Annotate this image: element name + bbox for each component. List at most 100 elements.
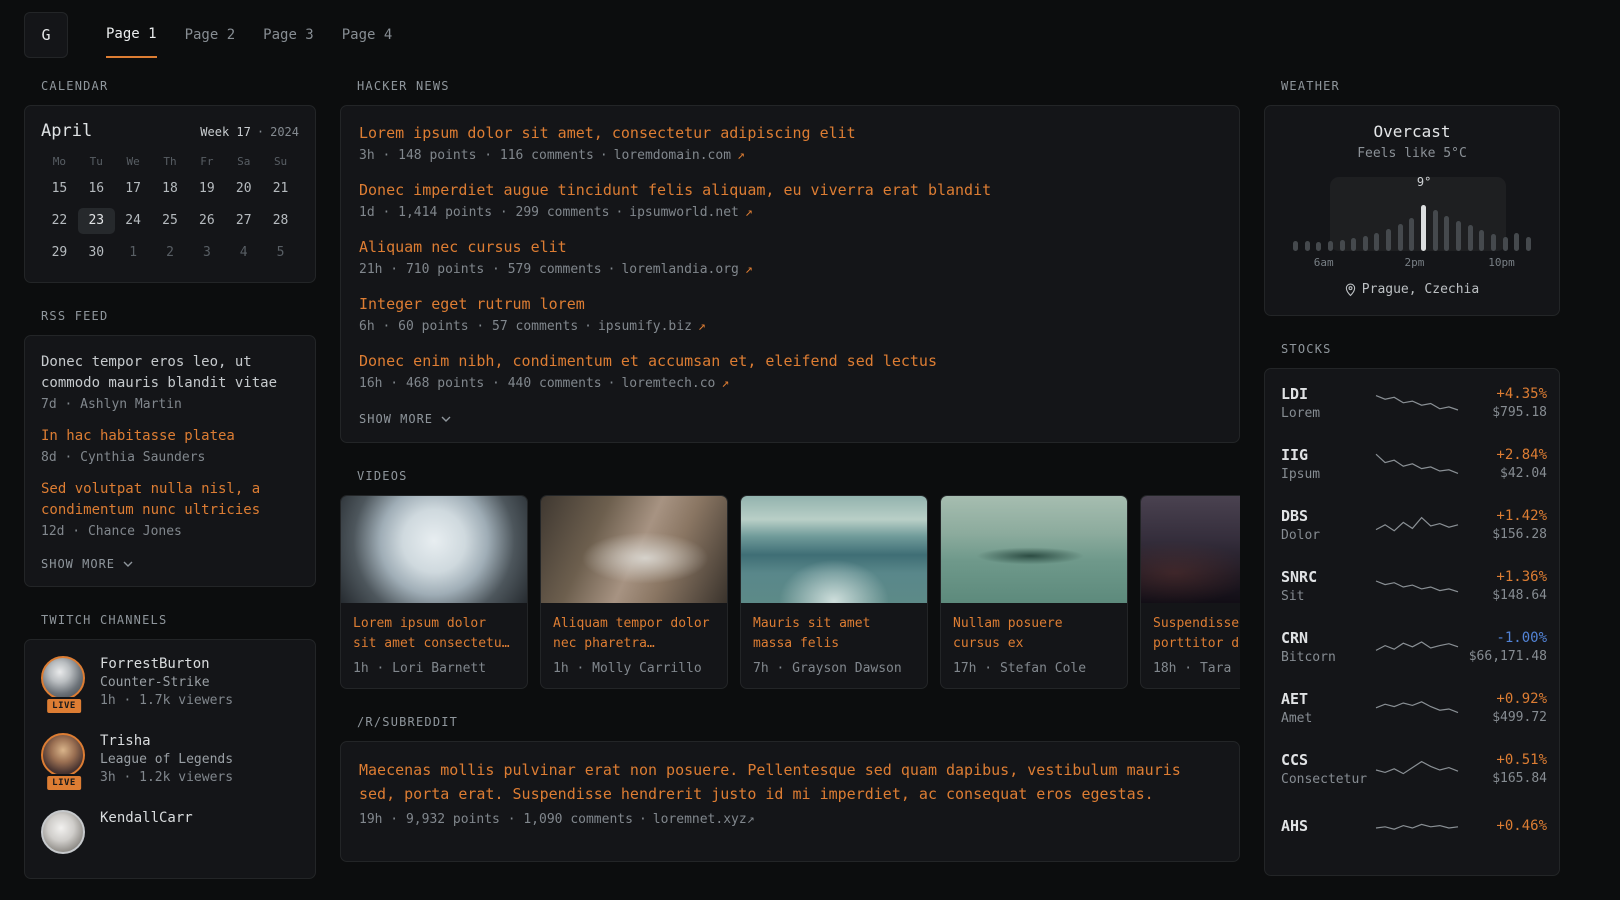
video-title[interactable]: Lorem ipsum dolor sit amet consectetu… bbox=[353, 614, 515, 654]
calendar-day-next-month: 4 bbox=[225, 240, 262, 266]
stock-change: +1.42% bbox=[1459, 508, 1547, 524]
video-thumbnail[interactable] bbox=[941, 496, 1127, 603]
twitch-channel-name[interactable]: KendallCarr bbox=[100, 810, 193, 826]
video-thumbnail[interactable] bbox=[541, 496, 727, 603]
stock-row[interactable]: IIG Ipsum +2.84% $42.04 bbox=[1281, 446, 1543, 482]
calendar-day-selected: 23 bbox=[78, 208, 115, 234]
rss-item-title[interactable]: In hac habitasse platea bbox=[41, 426, 299, 447]
stock-values: +4.35% $795.18 bbox=[1459, 386, 1547, 420]
stock-row[interactable]: AET Amet +0.92% $499.72 bbox=[1281, 690, 1543, 726]
twitch-channel-info: ForrestBurton Counter-Strike 1h · 1.7k v… bbox=[100, 656, 233, 708]
video-meta: 17h · Stefan Cole bbox=[953, 661, 1115, 676]
hn-item-domain[interactable]: ipsumify.biz bbox=[598, 319, 692, 334]
hn-item[interactable]: Donec enim nibh, condimentum et accumsan… bbox=[359, 351, 1221, 391]
stock-row[interactable]: SNRC Sit +1.36% $148.64 bbox=[1281, 568, 1543, 604]
twitch-channel-row[interactable]: KendallCarr bbox=[41, 810, 299, 854]
twitch-channel-name[interactable]: ForrestBurton bbox=[100, 656, 233, 672]
weekday-label: Mo bbox=[41, 155, 78, 168]
hn-item[interactable]: Lorem ipsum dolor sit amet, consectetur … bbox=[359, 123, 1221, 163]
stock-price: $795.18 bbox=[1459, 405, 1547, 420]
stock-symbol[interactable]: DBS bbox=[1281, 507, 1375, 525]
hn-item-title[interactable]: Lorem ipsum dolor sit amet, consectetur … bbox=[359, 123, 1221, 144]
hn-item-info: 21h · 710 points · 579 comments bbox=[359, 262, 602, 277]
calendar-date-grid: 15 16 17 18 19 20 21 22 23 24 25 26 27 2… bbox=[41, 176, 299, 266]
stock-symbol[interactable]: LDI bbox=[1281, 385, 1375, 403]
hn-show-more-button[interactable]: SHOW MORE bbox=[359, 412, 451, 426]
hn-item-meta: 16h · 468 points · 440 comments·loremtec… bbox=[359, 376, 1221, 391]
tab-page-2[interactable]: Page 2 bbox=[185, 12, 236, 58]
video-card[interactable]: Lorem ipsum dolor sit amet consectetu… 1… bbox=[340, 495, 528, 689]
video-thumbnail[interactable] bbox=[1141, 496, 1240, 603]
calendar-day: 15 bbox=[41, 176, 78, 202]
stock-symbol[interactable]: AET bbox=[1281, 690, 1375, 708]
video-title[interactable]: Nullam posuere cursus ex bbox=[953, 614, 1115, 654]
video-card[interactable]: Aliquam tempor dolor nec pharetra… 1h · … bbox=[540, 495, 728, 689]
hn-item[interactable]: Integer eget rutrum lorem 6h · 60 points… bbox=[359, 294, 1221, 334]
hn-item-domain[interactable]: loremlandia.org bbox=[621, 262, 738, 277]
video-thumbnail[interactable] bbox=[341, 496, 527, 603]
tab-page-3[interactable]: Page 3 bbox=[263, 12, 314, 58]
reddit-post[interactable]: Maecenas mollis pulvinar erat non posuer… bbox=[359, 759, 1221, 827]
weather-bar bbox=[1409, 218, 1414, 251]
rss-item-title[interactable]: Donec tempor eros leo, ut commodo mauris… bbox=[41, 352, 299, 394]
video-body: Aliquam tempor dolor nec pharetra… 1h · … bbox=[541, 603, 727, 688]
reddit-post-title[interactable]: Maecenas mollis pulvinar erat non posuer… bbox=[359, 759, 1221, 806]
video-thumbnail[interactable] bbox=[741, 496, 927, 603]
video-title[interactable]: Mauris sit amet massa felis bbox=[753, 614, 915, 654]
stock-symbol[interactable]: CRN bbox=[1281, 629, 1375, 647]
twitch-channel-row[interactable]: LIVE Trisha League of Legends 3h · 1.2k … bbox=[41, 733, 299, 785]
video-meta: 7h · Grayson Dawson bbox=[753, 661, 915, 676]
stock-row[interactable]: DBS Dolor +1.42% $156.28 bbox=[1281, 507, 1543, 543]
rss-item[interactable]: Donec tempor eros leo, ut commodo mauris… bbox=[41, 352, 299, 412]
weather-bar bbox=[1328, 241, 1333, 251]
weather-bar bbox=[1503, 237, 1508, 251]
reddit-post-domain[interactable]: loremnet.xyz bbox=[653, 812, 747, 827]
calendar-day: 29 bbox=[41, 240, 78, 266]
reddit-post-meta: 19h · 9,932 points · 1,090 comments·lore… bbox=[359, 812, 1221, 827]
video-card[interactable]: Nullam posuere cursus ex 17h · Stefan Co… bbox=[940, 495, 1128, 689]
twitch-channel-name[interactable]: Trisha bbox=[100, 733, 233, 749]
rss-item[interactable]: Sed volutpat nulla nisl, a condimentum n… bbox=[41, 479, 299, 539]
weather-widget: WEATHER Overcast Feels like 5°C 9° 6am 2… bbox=[1264, 79, 1560, 316]
video-body: Lorem ipsum dolor sit amet consectetu… 1… bbox=[341, 603, 527, 688]
stock-values: +0.92% $499.72 bbox=[1459, 691, 1547, 725]
rss-item[interactable]: In hac habitasse platea 8d · Cynthia Sau… bbox=[41, 426, 299, 465]
stock-row[interactable]: CRN Bitcorn -1.00% $66,171.48 bbox=[1281, 629, 1543, 665]
weather-bar bbox=[1444, 216, 1449, 251]
video-card[interactable]: Suspendisse porttitor diam 18h · Tara Ra… bbox=[1140, 495, 1240, 689]
calendar-weekday-row: Mo Tu We Th Fr Sa Su bbox=[41, 155, 299, 168]
stock-row[interactable]: LDI Lorem +4.35% $795.18 bbox=[1281, 385, 1543, 421]
stock-symbol[interactable]: AHS bbox=[1281, 817, 1375, 835]
stock-row[interactable]: CCS Consectetur +0.51% $165.84 bbox=[1281, 751, 1543, 787]
rss-item-meta: 12d · Chance Jones bbox=[41, 524, 299, 539]
tab-page-4[interactable]: Page 4 bbox=[342, 12, 393, 58]
hn-item[interactable]: Aliquam nec cursus elit 21h · 710 points… bbox=[359, 237, 1221, 277]
hn-item-title[interactable]: Donec imperdiet augue tincidunt felis al… bbox=[359, 180, 1221, 201]
hn-item-title[interactable]: Aliquam nec cursus elit bbox=[359, 237, 1221, 258]
center-column: HACKER NEWS Lorem ipsum dolor sit amet, … bbox=[340, 79, 1240, 888]
hn-item-domain[interactable]: loremdomain.com bbox=[614, 148, 731, 163]
app-logo[interactable]: G bbox=[24, 12, 68, 58]
video-title[interactable]: Suspendisse porttitor diam bbox=[1153, 614, 1240, 654]
hn-item-domain[interactable]: loremtech.co bbox=[621, 376, 715, 391]
dot-separator: · bbox=[584, 319, 592, 334]
hn-item-title[interactable]: Integer eget rutrum lorem bbox=[359, 294, 1221, 315]
stock-symbol[interactable]: SNRC bbox=[1281, 568, 1375, 586]
tab-page-1[interactable]: Page 1 bbox=[106, 12, 157, 58]
hn-item[interactable]: Donec imperdiet augue tincidunt felis al… bbox=[359, 180, 1221, 220]
twitch-channel-row[interactable]: LIVE ForrestBurton Counter-Strike 1h · 1… bbox=[41, 656, 299, 708]
stocks-widget: STOCKS LDI Lorem +4.35% $795.18 bbox=[1264, 342, 1560, 876]
stock-symbol[interactable]: IIG bbox=[1281, 446, 1375, 464]
hn-item-title[interactable]: Donec enim nibh, condimentum et accumsan… bbox=[359, 351, 1221, 372]
twitch-widget: TWITCH CHANNELS LIVE ForrestBurton Count… bbox=[24, 613, 316, 879]
rss-item-title[interactable]: Sed volutpat nulla nisl, a condimentum n… bbox=[41, 479, 299, 521]
calendar-day-next-month: 5 bbox=[262, 240, 299, 266]
video-card[interactable]: Mauris sit amet massa felis 7h · Grayson… bbox=[740, 495, 928, 689]
video-title[interactable]: Aliquam tempor dolor nec pharetra… bbox=[553, 614, 715, 654]
hn-item-domain[interactable]: ipsumworld.net bbox=[629, 205, 739, 220]
stock-row[interactable]: AHS +0.46% bbox=[1281, 812, 1543, 842]
rss-item-meta: 7d · Ashlyn Martin bbox=[41, 397, 299, 412]
stocks-section-label: STOCKS bbox=[1281, 342, 1560, 356]
rss-show-more-button[interactable]: SHOW MORE bbox=[41, 557, 133, 571]
stock-symbol[interactable]: CCS bbox=[1281, 751, 1375, 769]
